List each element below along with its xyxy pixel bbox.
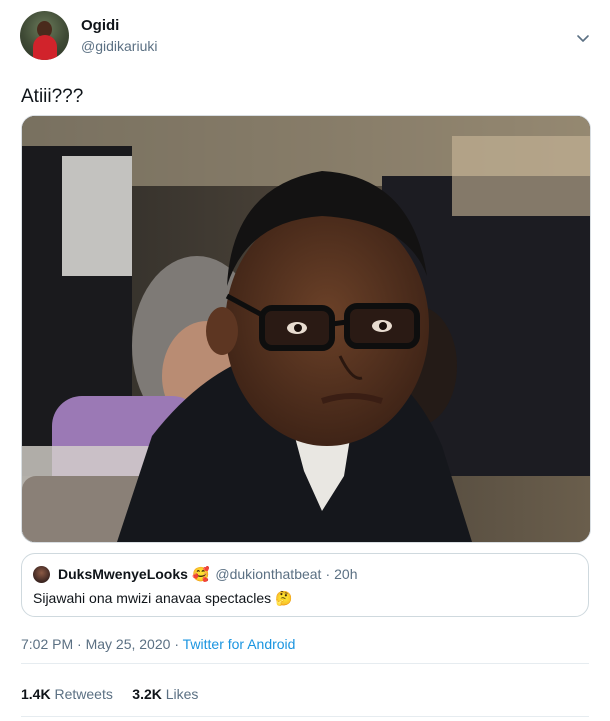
likes-count: 3.2K [132, 686, 162, 702]
tweet-stats: 1.4K Retweets 3.2K Likes [21, 686, 198, 702]
tweet-timestamp[interactable]: 7:02 PM · May 25, 2020 [21, 636, 170, 652]
tweet-text: Atiii??? [21, 86, 84, 107]
tweet-source-link[interactable]: Twitter for Android [183, 636, 296, 652]
quoted-author-name: DuksMwenyeLooks [58, 566, 188, 582]
divider [21, 663, 589, 664]
quoted-author-handle: @dukionthatbeat [215, 566, 322, 582]
tweet-meta: 7:02 PM · May 25, 2020 · Twitter for And… [21, 636, 295, 652]
author-avatar[interactable] [20, 11, 69, 60]
emoji-icon: 🥰 [191, 566, 210, 582]
tweet-photo[interactable] [21, 115, 591, 543]
separator-dot: · [325, 566, 331, 582]
quoted-text: Sijawahi ona mwizi anavaa spectacles 🤔 [33, 590, 293, 606]
quoted-time: 20h [334, 566, 358, 582]
likes-stat[interactable]: 3.2K Likes [132, 686, 198, 702]
retweets-count: 1.4K [21, 686, 51, 702]
author-handle[interactable]: @gidikariuki [81, 38, 157, 54]
quoted-tweet[interactable]: DuksMwenyeLooks 🥰 @dukionthatbeat · 20h Sija… [21, 553, 589, 617]
likes-label: Likes [165, 686, 199, 702]
divider [21, 716, 589, 717]
quoted-avatar [33, 566, 50, 583]
retweets-label: Retweets [54, 686, 113, 702]
author-name[interactable]: Ogidi [81, 17, 119, 34]
retweets-stat[interactable]: 1.4K Retweets [21, 686, 113, 702]
meta-separator: · [174, 636, 183, 652]
chevron-down-icon[interactable] [576, 31, 590, 45]
